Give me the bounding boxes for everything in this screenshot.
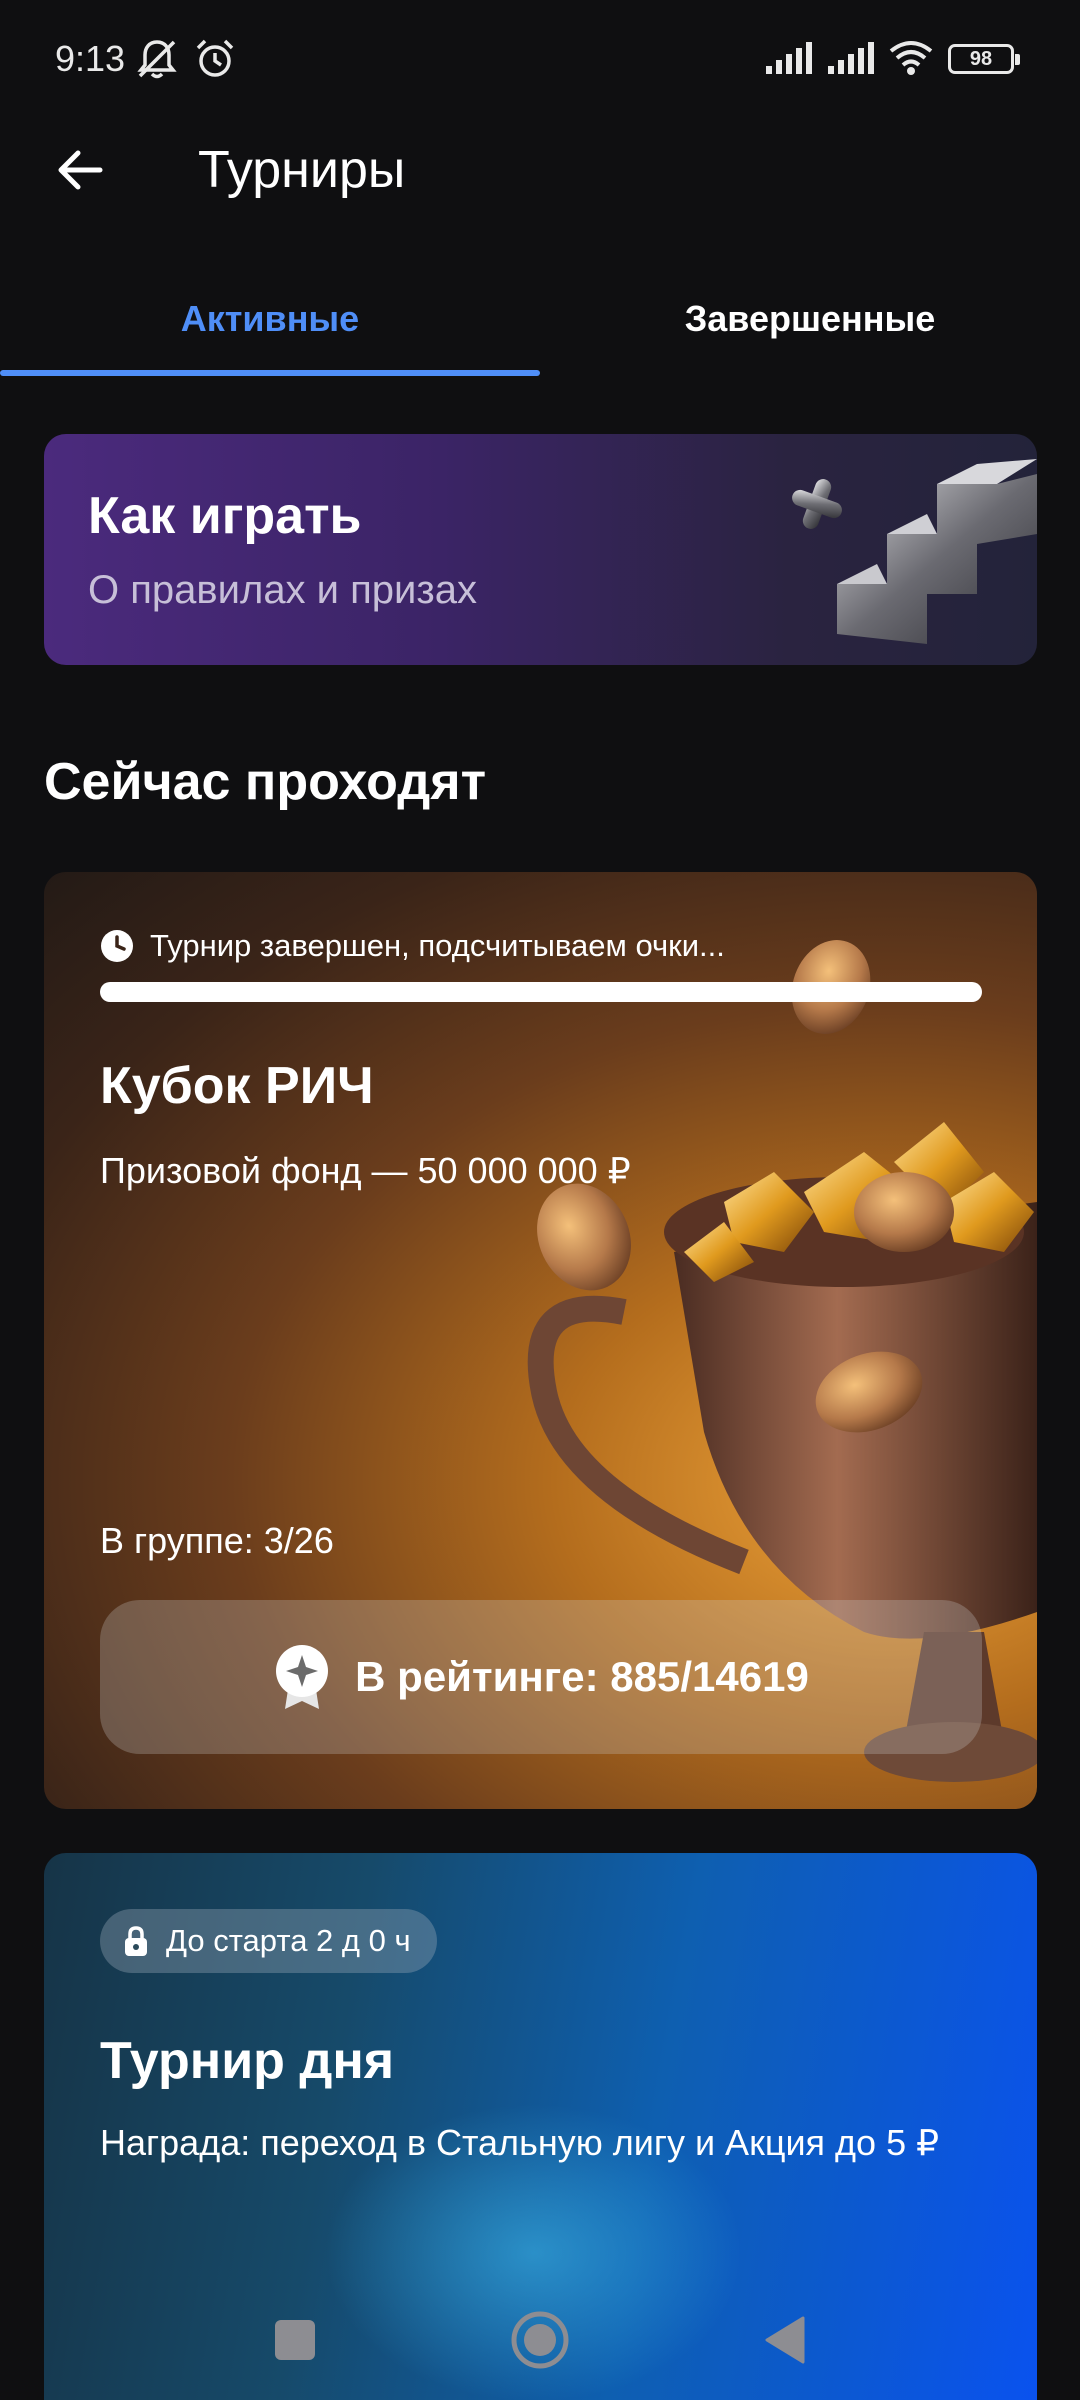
start-countdown-badge: До старта 2 д 0 ч <box>100 1909 437 1973</box>
group-position: В группе: 3/26 <box>100 1520 334 1561</box>
medal-icon <box>276 1645 329 1709</box>
how-to-play-subtitle: О правилах и призах <box>88 568 477 612</box>
tab-completed[interactable]: Завершенные <box>540 260 1080 378</box>
signal-icon <box>764 40 816 81</box>
lock-icon <box>125 1926 147 1956</box>
tournament-card-cup[interactable]: Турнир завершен, подсчитываем очки... Ку… <box>44 872 1037 1809</box>
arrow-left-icon <box>58 150 103 190</box>
how-to-play-banner[interactable]: Как играть О правилах и призах <box>44 434 1037 665</box>
page-title: Турниры <box>198 141 406 199</box>
tab-active[interactable]: Активные <box>0 260 540 378</box>
tournament-title: Кубок РИЧ <box>100 1057 374 1115</box>
signal-icon <box>826 40 878 81</box>
rating-button[interactable]: В рейтинге: 885/14619 <box>100 1600 982 1754</box>
section-title: Сейчас проходят <box>44 753 487 811</box>
home-circle-icon <box>511 2311 569 2369</box>
rating-label: В рейтинге: 885/14619 <box>355 1653 809 1700</box>
home-button[interactable] <box>500 2300 580 2380</box>
recents-button[interactable] <box>255 2300 335 2380</box>
start-countdown-text: До старта 2 д 0 ч <box>166 1923 411 1958</box>
back-triangle-icon <box>765 2316 805 2364</box>
status-time: 9:13 <box>55 38 126 79</box>
tab-bar: Активные Завершенные <box>0 260 1080 378</box>
notifications-muted-icon <box>134 36 180 87</box>
tournament-progress-bar <box>100 982 982 1002</box>
tournament-status: Турнир завершен, подсчитываем очки... <box>100 928 725 964</box>
prize-fund: Призовой фонд — 50 000 000 ₽ <box>100 1150 631 1191</box>
alarm-icon <box>192 36 238 87</box>
back-nav-button[interactable] <box>745 2300 825 2380</box>
tournament-reward: Награда: переход в Стальную лигу и Акция… <box>100 2122 940 2163</box>
wifi-icon <box>888 38 934 81</box>
tournament-title: Турнир дня <box>100 2032 395 2090</box>
back-button[interactable] <box>40 130 120 210</box>
recents-square-icon <box>275 2320 315 2360</box>
clock-icon <box>101 930 133 962</box>
tournament-status-text: Турнир завершен, подсчитываем очки... <box>150 928 725 963</box>
system-nav-bar <box>0 2280 1080 2400</box>
stairs-illustration-icon <box>792 459 1037 644</box>
status-bar: 9:13 98 <box>0 0 1080 120</box>
tab-indicator <box>0 370 540 376</box>
how-to-play-title: Как играть <box>88 487 362 545</box>
tournament-progress-fill <box>100 982 982 1002</box>
battery-icon: 98 <box>948 44 1020 74</box>
